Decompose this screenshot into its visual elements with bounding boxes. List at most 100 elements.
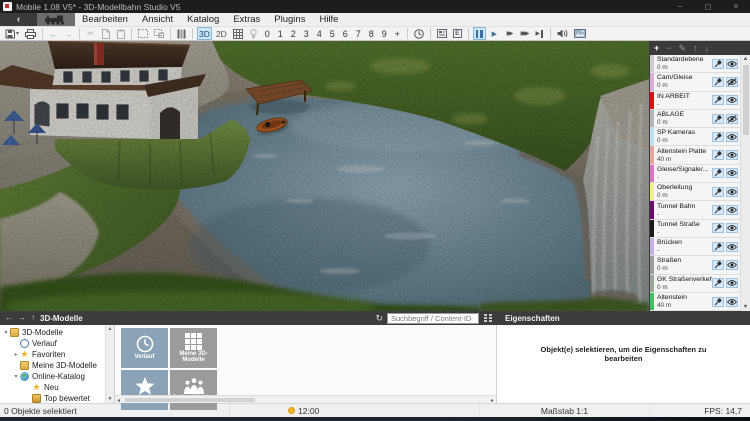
nav-forward-button[interactable]: → [18, 314, 26, 322]
screenshot-button[interactable] [572, 27, 588, 40]
layer-pin-button[interactable] [712, 296, 724, 307]
nav-up-button[interactable]: ↑ [31, 314, 35, 322]
camera-number-button[interactable]: 5 [327, 27, 338, 40]
catalog-horizontal-scrollbar[interactable]: ◂ ▸ [115, 395, 496, 404]
camera-number-button[interactable]: 1 [275, 27, 286, 40]
layer-pin-button[interactable] [712, 168, 724, 179]
layers-button[interactable] [175, 27, 188, 40]
layer-visibility-button[interactable] [726, 168, 738, 179]
close-button[interactable]: × [722, 0, 750, 13]
tree-scrollbar[interactable]: ▲ ▼ [105, 325, 114, 403]
layer-visibility-button[interactable] [726, 278, 738, 289]
file-menu-train-icon[interactable] [37, 13, 75, 26]
tree-item-top-bewertet[interactable]: Top bewertet [0, 393, 105, 403]
tree-item-3d-modelle[interactable]: ▾ 3D-Modelle [0, 327, 105, 338]
fastest-forward-button[interactable]: ▶▶▶ [518, 27, 531, 40]
layer-row[interactable]: Straßen 0 m [650, 256, 740, 275]
tree-item-meine-3d-modelle[interactable]: Meine 3D-Modelle [0, 360, 105, 371]
layer-row[interactable]: Altenstein 40 m [650, 292, 740, 311]
paste-button[interactable] [114, 27, 127, 40]
undo-button[interactable]: ← [47, 27, 60, 40]
tree-item-favoriten[interactable]: ▸ ★ Favoriten [0, 349, 105, 360]
refresh-icon[interactable]: ↻ [375, 313, 383, 323]
edit-layer-button[interactable]: ✎ [679, 43, 687, 53]
redo-button[interactable]: → [62, 27, 75, 40]
layer-pin-button[interactable] [712, 223, 724, 234]
layer-pin-button[interactable] [712, 205, 724, 216]
scrollbar-thumb[interactable] [742, 65, 749, 135]
layer-visibility-button[interactable] [726, 259, 738, 270]
light-toggle-button[interactable] [247, 27, 260, 40]
select-region-button[interactable] [136, 27, 150, 40]
layer-row[interactable]: SP Kameras 0 m [650, 128, 740, 147]
layer-pin-button[interactable] [712, 131, 724, 142]
layer-visibility-button[interactable] [726, 95, 738, 106]
layer-row[interactable]: ABLAGE 0 m [650, 109, 740, 129]
menu-item[interactable]: Ansicht [135, 13, 180, 26]
maximize-button[interactable]: ◻ [694, 0, 722, 13]
layer-visibility-button[interactable] [726, 296, 738, 307]
tile-verlauf[interactable]: Verlauf [121, 328, 168, 368]
menu-item[interactable]: Hilfe [312, 13, 345, 26]
tile-online-katalog[interactable]: Online-Katalog [170, 370, 217, 410]
save-button[interactable]: ▾ [3, 27, 21, 40]
menu-item[interactable]: Bearbeiten [75, 13, 135, 26]
grid-toggle-button[interactable] [231, 27, 245, 40]
scroll-down-arrow[interactable]: ▼ [106, 396, 114, 402]
print-button[interactable] [23, 27, 38, 40]
view-3d-button[interactable]: 3D [197, 27, 212, 40]
event-log-button[interactable]: E [451, 27, 464, 40]
fast-forward-button[interactable]: ▶▶ [503, 27, 516, 40]
layer-visibility-button[interactable] [726, 58, 738, 69]
layer-visibility-button[interactable] [726, 150, 738, 161]
layer-row[interactable]: Brücken - [650, 237, 740, 257]
viewport-3d[interactable] [0, 41, 649, 311]
skip-end-button[interactable]: ▶ [533, 27, 546, 40]
camera-number-button[interactable]: 6 [340, 27, 351, 40]
scroll-up-arrow[interactable]: ▲ [106, 326, 114, 332]
layer-row[interactable]: GK Straßenverkehr 0 m [650, 274, 740, 293]
sound-button[interactable] [555, 27, 570, 40]
layer-row[interactable]: Standardebene 0 m [650, 55, 740, 74]
scroll-down-arrow[interactable]: ▼ [741, 304, 750, 310]
layer-row[interactable]: Tunnel Straße - [650, 219, 740, 238]
expand-chevron[interactable]: ▾ [12, 373, 20, 380]
layer-pin-button[interactable] [712, 95, 724, 106]
minimize-button[interactable]: − [666, 0, 694, 13]
tree-item-neu[interactable]: ★ Neu [0, 382, 105, 393]
pause-button[interactable] [472, 27, 486, 40]
scroll-up-arrow[interactable]: ▲ [741, 56, 750, 62]
expand-chevron[interactable]: ▸ [12, 351, 20, 358]
camera-number-button[interactable]: 3 [301, 27, 312, 40]
menu-item[interactable]: Extras [226, 13, 267, 26]
layer-row[interactable]: Cam/Gleise 0 m [650, 73, 740, 92]
timer-button[interactable] [412, 27, 426, 40]
layer-pin-button[interactable] [712, 241, 724, 252]
camera-number-button[interactable]: 8 [366, 27, 377, 40]
layer-pin-button[interactable] [712, 259, 724, 270]
layer-pin-button[interactable] [712, 76, 724, 87]
layer-row[interactable]: Gleise/Signale/... - [650, 164, 740, 184]
menu-item[interactable]: Plugins [267, 13, 312, 26]
camera-number-button[interactable]: 4 [314, 27, 325, 40]
camera-number-button[interactable]: 9 [379, 27, 390, 40]
camera-number-button[interactable]: 0 [262, 27, 273, 40]
save-dropdown-caret[interactable]: ▾ [16, 30, 19, 37]
scrollbar-thumb[interactable] [125, 397, 255, 402]
view-2d-button[interactable]: 2D [214, 27, 229, 40]
play-button[interactable]: ▶ [488, 27, 501, 40]
layer-visibility-button[interactable] [726, 223, 738, 234]
move-layer-up-button[interactable]: ↑ [693, 43, 698, 53]
move-layer-down-button[interactable]: ↓ [705, 43, 710, 53]
remove-layer-button[interactable]: − [666, 43, 671, 53]
layer-row[interactable]: Altenstein Platte 40 m [650, 146, 740, 165]
menu-item[interactable]: Katalog [180, 13, 226, 26]
scroll-left-arrow[interactable]: ◂ [117, 397, 120, 404]
layer-pin-button[interactable] [712, 150, 724, 161]
layer-visibility-button[interactable] [726, 131, 738, 142]
view-mode-icon[interactable] [484, 314, 493, 322]
tile-meine-3d-modelle[interactable]: Meine 3D-Modelle [170, 328, 217, 368]
layer-row[interactable]: Tunnel Bahn - [650, 201, 740, 220]
layer-pin-button[interactable] [712, 58, 724, 69]
layer-row[interactable]: IN ARBEIT - [650, 91, 740, 110]
